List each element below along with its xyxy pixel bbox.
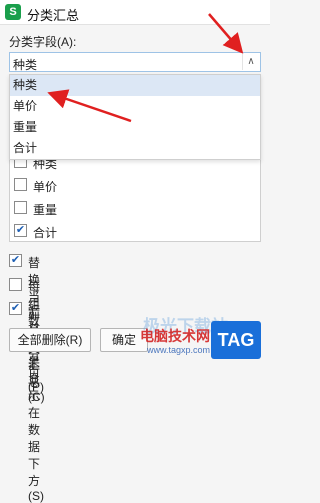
dialog-title: 分类汇总	[27, 8, 80, 23]
dropdown-option-total[interactable]: 合计	[10, 138, 260, 159]
group-field-select[interactable]: 种类 ∧	[9, 52, 261, 72]
page-break-checkbox[interactable]	[9, 278, 22, 291]
dropdown-option-price[interactable]: 单价	[10, 96, 260, 117]
summary-item-checkbox[interactable]	[14, 178, 27, 191]
summary-item[interactable]: 重量	[10, 197, 260, 220]
dropdown-option-weight[interactable]: 重量	[10, 117, 260, 138]
summary-items-list: 种类 单价 重量 ✔ 合计	[9, 150, 261, 242]
summary-below-checkbox[interactable]: ✔	[9, 302, 22, 315]
app-logo-icon: S	[5, 4, 21, 20]
group-field-label: 分类字段(A):	[9, 35, 77, 49]
group-field-value: 种类	[13, 58, 38, 72]
summary-item[interactable]: 单价	[10, 174, 260, 197]
title-bar: S 分类汇总	[0, 0, 270, 25]
replace-current-checkbox[interactable]: ✔	[9, 254, 22, 267]
chevron-up-icon[interactable]: ∧	[242, 54, 259, 70]
summary-item-checkbox[interactable]	[14, 201, 27, 214]
summary-item-label: 合计	[33, 226, 58, 240]
remove-all-button[interactable]: 全部删除(R)	[9, 328, 91, 352]
watermark-url: www.tagxp.com	[147, 345, 211, 355]
summary-item-label: 单价	[33, 180, 58, 194]
summary-item[interactable]: ✔ 合计	[10, 220, 260, 241]
group-field-dropdown: 种类 单价 重量 合计	[9, 74, 261, 160]
watermark-badge: TAG	[211, 321, 261, 359]
dropdown-option-kind[interactable]: 种类	[10, 75, 260, 96]
summary-item-checkbox[interactable]: ✔	[14, 224, 27, 237]
summary-item-label: 重量	[33, 203, 58, 217]
watermark-site-name: 电脑技术网	[140, 328, 210, 344]
